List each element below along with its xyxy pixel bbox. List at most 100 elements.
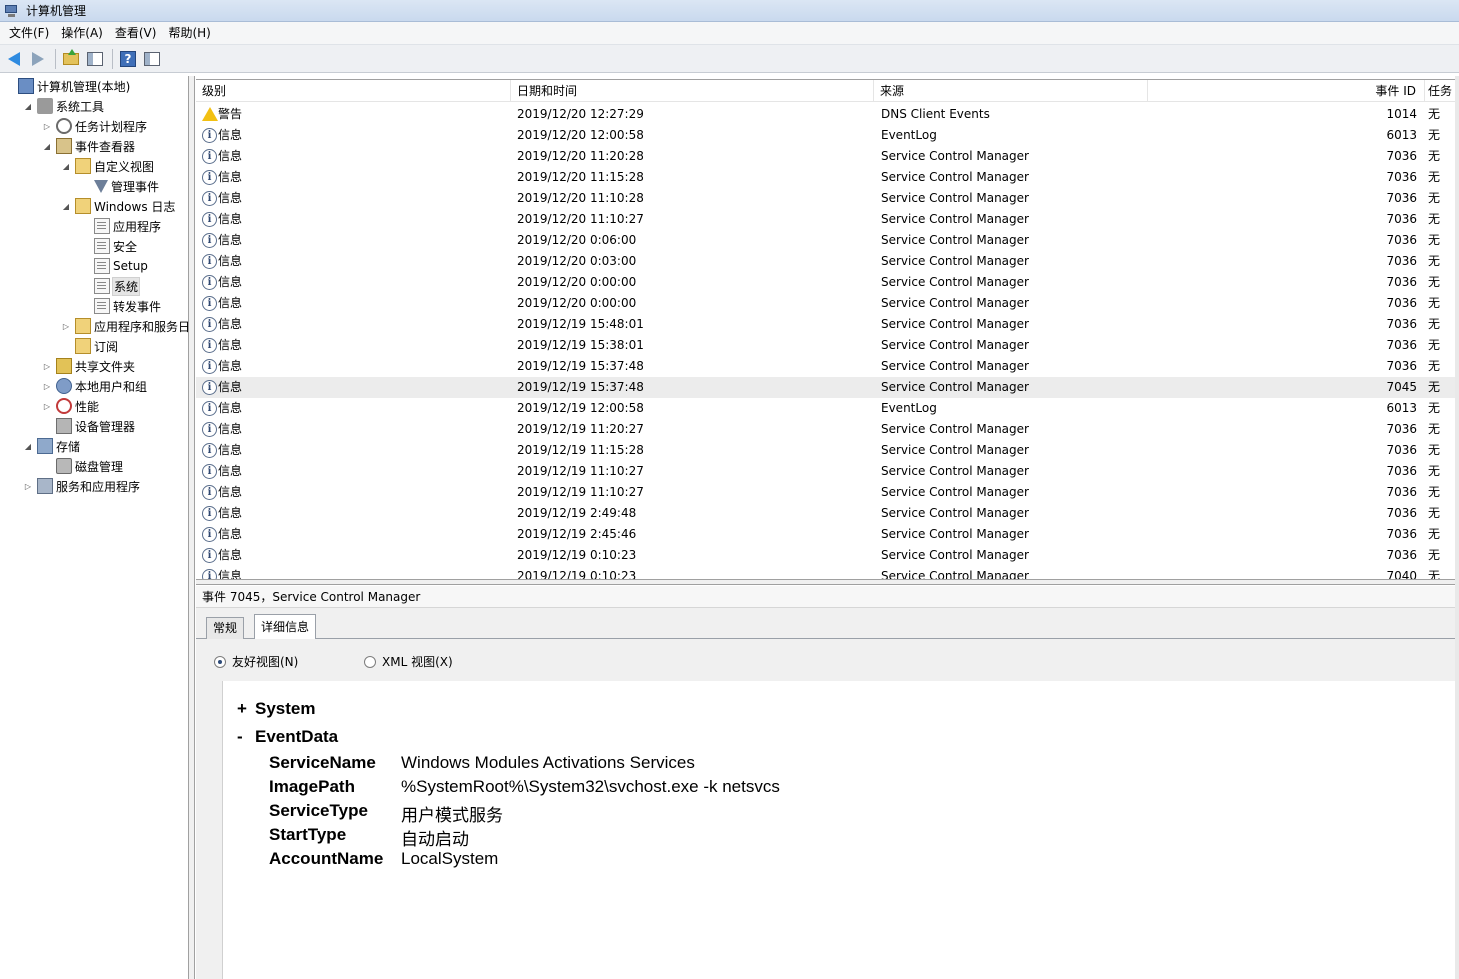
tree-item[interactable]: ◢ 系统工具 <box>23 96 104 116</box>
collapse-arrow-icon[interactable]: ◢ <box>23 442 33 451</box>
eventdata-node[interactable]: - EventData <box>237 727 338 747</box>
collapse-arrow-icon[interactable]: ◢ <box>23 102 33 111</box>
table-row[interactable]: i 信息 2019/12/19 15:38:01 Service Control Ma… <box>196 335 1455 356</box>
column-header-level[interactable]: 级别 <box>196 80 511 102</box>
collapse-arrow-icon[interactable]: ◢ <box>61 202 71 211</box>
table-row[interactable]: i 信息 2019/12/19 15:37:48 Service Control Ma… <box>196 356 1455 377</box>
forward-button[interactable] <box>27 48 49 70</box>
show-hide-tree-button[interactable] <box>84 48 106 70</box>
tree-item[interactable]: ▷ 任务计划程序 <box>42 116 147 136</box>
field-value: 用户模式服务 <box>401 806 503 825</box>
cell-source: Service Control Manager <box>881 422 1029 436</box>
table-row[interactable]: i 信息 2019/12/20 0:06:00 Service Control Man… <box>196 230 1455 251</box>
expand-arrow-icon[interactable]: ▷ <box>42 362 52 371</box>
table-row[interactable]: i 信息 2019/12/19 0:10:23 Service Control Man… <box>196 545 1455 566</box>
cell-eventid: 7036 <box>1386 170 1417 184</box>
table-row[interactable]: i 信息 2019/12/20 12:00:58 EventLog 6013 无 <box>196 125 1455 146</box>
friendly-view-radio[interactable]: 友好视图(N) <box>214 653 298 670</box>
table-row[interactable]: i 信息 2019/12/20 11:20:28 Service Control Ma… <box>196 146 1455 167</box>
collapse-arrow-icon[interactable]: ◢ <box>42 142 52 151</box>
system-label: System <box>255 699 316 718</box>
tree-item[interactable]: 设备管理器 <box>42 416 135 436</box>
column-header-datetime[interactable]: 日期和时间 <box>511 80 874 102</box>
table-row[interactable]: i 信息 2019/12/19 11:20:27 Service Control Ma… <box>196 419 1455 440</box>
log-icon <box>94 298 110 314</box>
tab-details[interactable]: 详细信息 <box>254 614 317 640</box>
xml-view-radio[interactable]: XML 视图(X) <box>364 653 453 670</box>
tree-item[interactable]: 管理事件 <box>80 176 159 196</box>
cell-eventid: 6013 <box>1386 401 1417 415</box>
column-header-eventid[interactable]: 事件 ID <box>1148 80 1425 102</box>
table-row[interactable]: i 信息 2019/12/20 11:10:28 Service Control Ma… <box>196 188 1455 209</box>
cell-task: 无 <box>1428 422 1441 436</box>
cell-task: 无 <box>1428 443 1441 457</box>
table-row[interactable]: 警告 2019/12/20 12:27:29 DNS Client Events 10… <box>196 104 1455 125</box>
info-icon: i <box>202 296 217 311</box>
cell-eventid: 7036 <box>1386 317 1417 331</box>
table-row[interactable]: i 信息 2019/12/19 12:00:58 EventLog 6013 无 <box>196 398 1455 419</box>
tree-splitter[interactable] <box>189 76 195 979</box>
event-detail-title: 事件 7045，Service Control Manager <box>196 586 1455 608</box>
tree-item[interactable]: ▷ 共享文件夹 <box>42 356 135 376</box>
table-row[interactable]: i 信息 2019/12/19 2:49:48 Service Control Man… <box>196 503 1455 524</box>
tree-item-label: 订阅 <box>94 339 119 354</box>
menu-action[interactable]: 操作(A) <box>55 22 109 44</box>
system-node[interactable]: + System <box>237 699 315 719</box>
tab-general[interactable]: 常规 <box>206 617 245 639</box>
tree-item[interactable]: 应用程序 <box>80 216 161 236</box>
tree-item[interactable]: 计算机管理(本地) <box>4 76 130 96</box>
warning-icon <box>202 107 218 121</box>
tree-item[interactable]: 磁盘管理 <box>42 456 123 476</box>
table-row[interactable]: i 信息 2019/12/20 0:03:00 Service Control Man… <box>196 251 1455 272</box>
collapse-arrow-icon[interactable]: ◢ <box>61 162 71 171</box>
table-row[interactable]: i 信息 2019/12/20 0:00:00 Service Control Man… <box>196 272 1455 293</box>
expand-arrow-icon[interactable]: ▷ <box>42 402 52 411</box>
expand-arrow-icon[interactable]: ▷ <box>23 482 33 491</box>
table-row[interactable]: i 信息 2019/12/19 15:48:01 Service Control Ma… <box>196 314 1455 335</box>
window-title: 计算机管理 <box>26 4 87 18</box>
tree-item[interactable]: ◢ 自定义视图 <box>61 156 154 176</box>
menu-help[interactable]: 帮助(H) <box>162 22 216 44</box>
table-row[interactable]: i 信息 2019/12/19 2:45:46 Service Control Man… <box>196 524 1455 545</box>
help-button[interactable]: ? <box>117 48 139 70</box>
tree-item[interactable]: ▷ 应用程序和服务日志 <box>61 316 188 336</box>
detail-splitter[interactable] <box>196 579 1455 585</box>
table-row[interactable]: i 信息 2019/12/19 11:10:27 Service Control Ma… <box>196 482 1455 503</box>
cell-level: 信息 <box>218 191 243 205</box>
tree-item[interactable]: 订阅 <box>61 336 118 356</box>
expand-arrow-icon[interactable]: ▷ <box>42 382 52 391</box>
tree-item[interactable]: 系统 <box>80 276 141 296</box>
cell-source: Service Control Manager <box>881 191 1029 205</box>
table-row[interactable]: i 信息 2019/12/20 0:00:00 Service Control Man… <box>196 293 1455 314</box>
tree-item[interactable]: ▷ 本地用户和组 <box>42 376 147 396</box>
back-button[interactable] <box>3 48 25 70</box>
show-hide-action-pane-button[interactable] <box>141 48 163 70</box>
menu-view[interactable]: 查看(V) <box>109 22 163 44</box>
table-row[interactable]: i 信息 2019/12/19 11:15:28 Service Control Ma… <box>196 440 1455 461</box>
tree-item[interactable]: Setup <box>80 256 148 276</box>
tree-item[interactable]: ▷ 性能 <box>42 396 99 416</box>
table-row[interactable]: i 信息 2019/12/19 11:10:27 Service Control Ma… <box>196 461 1455 482</box>
tree-item[interactable]: ▷ 服务和应用程序 <box>23 476 140 496</box>
tree-item[interactable]: ◢ 存储 <box>23 436 80 456</box>
table-row[interactable]: i 信息 2019/12/19 15:37:48 Service Control Ma… <box>196 377 1455 398</box>
table-row[interactable]: i 信息 2019/12/20 11:15:28 Service Control Ma… <box>196 167 1455 188</box>
cell-eventid: 7036 <box>1386 359 1417 373</box>
tree-item[interactable]: 转发事件 <box>80 296 161 316</box>
radio-selected-icon <box>214 655 226 668</box>
up-level-button[interactable] <box>60 48 82 70</box>
tree-item[interactable]: ◢ 事件查看器 <box>42 136 135 156</box>
cell-task: 无 <box>1428 485 1441 499</box>
expand-arrow-icon[interactable]: ▷ <box>61 322 71 331</box>
expand-arrow-icon[interactable]: ▷ <box>42 122 52 131</box>
table-row[interactable]: i 信息 2019/12/19 0:10:23 Service Control Man… <box>196 566 1455 579</box>
column-header-task[interactable]: 任务 <box>1425 80 1455 102</box>
table-row[interactable]: i 信息 2019/12/20 11:10:27 Service Control Ma… <box>196 209 1455 230</box>
column-header-source[interactable]: 来源 <box>874 80 1148 102</box>
menu-file[interactable]: 文件(F) <box>3 22 55 44</box>
tree-item[interactable]: 安全 <box>80 236 137 256</box>
log-icon <box>94 278 110 294</box>
cell-task: 无 <box>1428 275 1441 289</box>
evt-icon <box>56 138 72 154</box>
tree-item[interactable]: ◢ Windows 日志 <box>61 196 175 216</box>
